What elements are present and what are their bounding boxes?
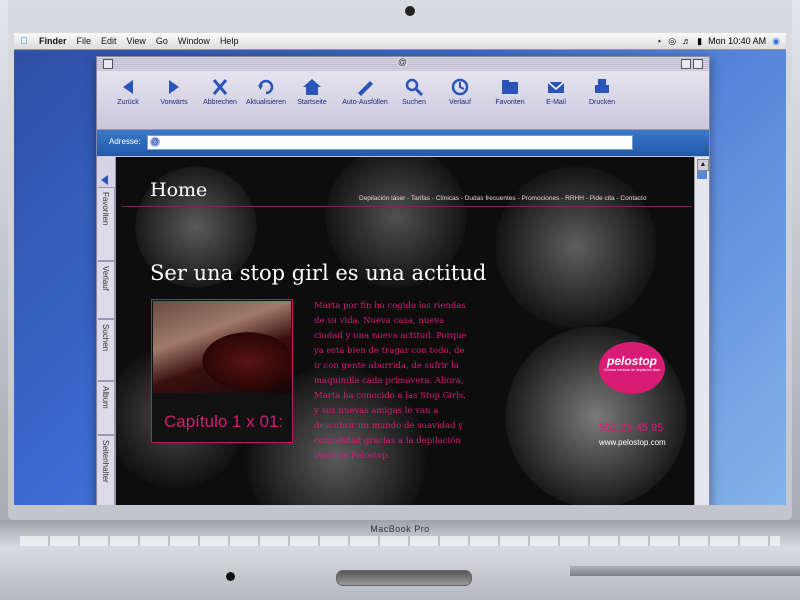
pelostop-logo[interactable]: pelostop Clínicas médicas de depilación … xyxy=(599,342,665,394)
phone-number: 902 25 45 95 xyxy=(599,422,664,434)
stop-button[interactable]: Abbrechen xyxy=(197,77,243,106)
favorites-label: Favoriten xyxy=(495,99,525,106)
vertical-scrollbar[interactable]: ▲ ▼ xyxy=(694,157,709,505)
latch-button xyxy=(336,570,472,586)
back-button[interactable]: Zurück xyxy=(105,77,151,106)
bluetooth-icon[interactable]: ⋆ xyxy=(657,36,663,47)
refresh-icon xyxy=(258,79,274,95)
stop-x-icon xyxy=(212,79,228,95)
back-arrow-icon xyxy=(123,80,133,94)
page-title-home[interactable]: Home xyxy=(150,179,207,201)
website-link[interactable]: www.pelostop.com xyxy=(599,438,666,447)
history-label: Verlauf xyxy=(449,99,471,106)
search-label: Suchen xyxy=(402,99,426,106)
favorites-button[interactable]: Favoriten xyxy=(487,77,533,106)
side-edge xyxy=(570,566,800,576)
sidebar-tab-favorites[interactable]: Favoriten xyxy=(98,187,115,261)
address-input[interactable]: @ xyxy=(147,135,633,150)
email-button[interactable]: E-Mail xyxy=(533,77,579,106)
menu-view[interactable]: View xyxy=(122,36,151,46)
scroll-thumb[interactable] xyxy=(697,171,707,179)
wifi-icon[interactable]: ◎ xyxy=(668,36,676,47)
menu-clock[interactable]: Mon 10:40 AM xyxy=(708,36,766,46)
print-label: Drucken xyxy=(588,99,616,106)
sidebar-arrow-icon[interactable] xyxy=(101,175,108,185)
camera-icon xyxy=(405,6,415,16)
history-button[interactable]: Verlauf xyxy=(437,77,483,106)
house-icon xyxy=(303,79,321,95)
forward-arrow-icon xyxy=(169,80,179,94)
home-button[interactable]: Startseite xyxy=(289,77,335,106)
email-label: E-Mail xyxy=(546,99,566,106)
nav-divider xyxy=(122,206,692,207)
logo-tagline: Clínicas médicas de depilación láser xyxy=(603,368,661,372)
laptop-brand-label: MacBook Pro xyxy=(370,524,430,534)
battery-icon[interactable]: ▮ xyxy=(697,36,702,47)
laptop:  Finder File Edit View Go Window Help ⋆… xyxy=(0,0,800,600)
refresh-label: Aktualisieren xyxy=(245,99,287,106)
sidebar-tab-album[interactable]: Album xyxy=(98,381,115,435)
scroll-up-icon[interactable]: ▲ xyxy=(697,159,709,171)
menu-window[interactable]: Window xyxy=(173,36,215,46)
sofa-photo xyxy=(153,301,291,393)
printer-icon xyxy=(595,79,609,93)
explorer-sidebar: Favoriten Verlauf Suchen Album Seitenhal… xyxy=(97,157,116,505)
search-button[interactable]: Suchen xyxy=(391,77,437,106)
address-label: Adresse: xyxy=(109,137,141,146)
collapse-icon[interactable] xyxy=(693,59,703,69)
spotlight-icon[interactable]: ◉ xyxy=(772,36,780,47)
menu-app-name[interactable]: Finder xyxy=(34,36,72,46)
sidebar-tab-search[interactable]: Suchen xyxy=(98,319,115,381)
browser-window: @ Zurück Vorwärts Abbrechen Aktualisiere… xyxy=(96,56,710,505)
refresh-button[interactable]: Aktualisieren xyxy=(243,77,289,106)
address-bar: Adresse: @ xyxy=(97,130,709,156)
browser-toolbar: Zurück Vorwärts Abbrechen Aktualisieren … xyxy=(97,71,709,130)
menu-file[interactable]: File xyxy=(72,36,97,46)
home-label: Startseite xyxy=(297,99,327,106)
story-text: Marta por fin ha cogido las riendas de s… xyxy=(314,301,467,461)
search-icon xyxy=(405,78,424,97)
headline: Ser una stop girl es una actitud xyxy=(150,261,487,285)
logo-word: pelostop xyxy=(607,354,657,368)
volume-icon[interactable]: ♬ xyxy=(682,36,691,46)
pencil-icon xyxy=(358,81,373,96)
at-icon: @ xyxy=(397,57,408,68)
episode-caption: Capítulo 1 x 01: xyxy=(164,412,284,431)
envelope-icon xyxy=(547,81,565,93)
apple-menu-icon[interactable]:  xyxy=(14,36,34,47)
clock-icon xyxy=(451,78,469,96)
menu-bar:  Finder File Edit View Go Window Help ⋆… xyxy=(14,33,786,50)
keyboard-edge xyxy=(20,536,780,546)
stop-label: Abbrechen xyxy=(203,99,237,106)
forward-button[interactable]: Vorwärts xyxy=(151,77,197,106)
menu-help[interactable]: Help xyxy=(215,36,244,46)
sidebar-tab-pageholder[interactable]: Seitenhalter xyxy=(98,435,115,505)
zoom-icon[interactable] xyxy=(681,59,691,69)
favorites-folder-icon xyxy=(502,80,518,94)
print-button[interactable]: Drucken xyxy=(579,77,625,106)
webpage-content: Home Depilación láser - Tarifas - Clínic… xyxy=(116,157,695,505)
forward-label: Vorwärts xyxy=(160,99,188,106)
desktop-screen:  Finder File Edit View Go Window Help ⋆… xyxy=(14,33,786,505)
back-label: Zurück xyxy=(117,99,139,106)
sidebar-tab-history[interactable]: Verlauf xyxy=(98,261,115,319)
autofill-button[interactable]: Auto-Ausfüllen xyxy=(337,77,393,106)
autofill-label: Auto-Ausfüllen xyxy=(342,99,388,106)
url-at-icon: @ xyxy=(150,137,160,147)
window-titlebar[interactable]: @ xyxy=(97,57,709,70)
close-icon[interactable] xyxy=(103,59,113,69)
menu-edit[interactable]: Edit xyxy=(96,36,122,46)
site-navigation[interactable]: Depilación láser - Tarifas - Clínicas - … xyxy=(359,195,646,202)
menu-go[interactable]: Go xyxy=(151,36,173,46)
sleep-indicator-icon xyxy=(226,572,235,581)
episode-card[interactable]: Capítulo 1 x 01: xyxy=(151,299,293,443)
